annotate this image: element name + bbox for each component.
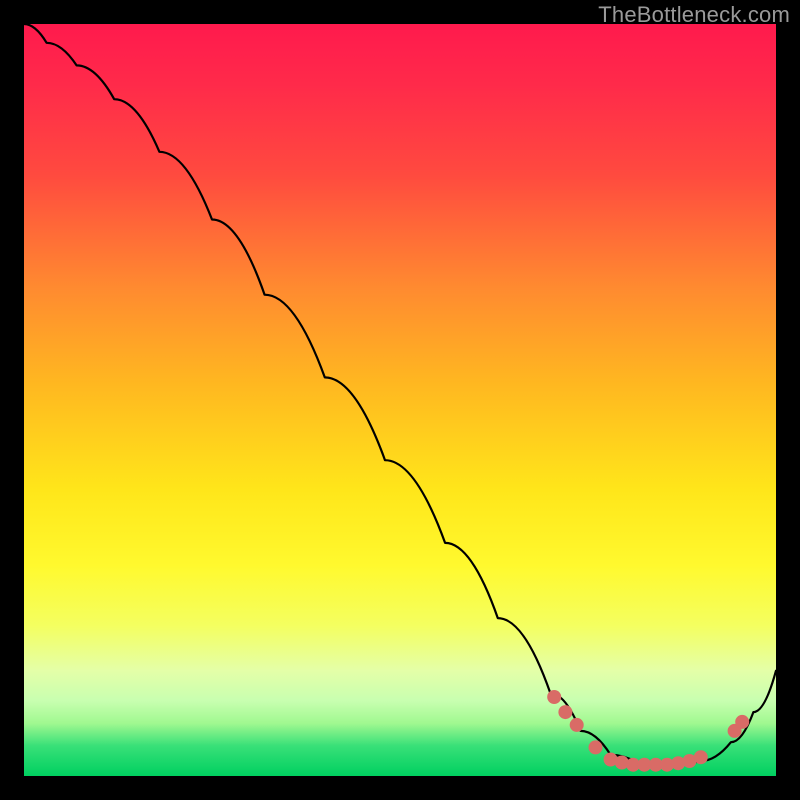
data-marker [570,718,584,732]
data-marker [694,750,708,764]
data-marker [558,705,572,719]
series-line [24,24,776,765]
chart-frame: TheBottleneck.com [0,0,800,800]
plot-area [24,24,776,776]
marker-group [547,690,749,772]
chart-svg [24,24,776,776]
data-marker [589,740,603,754]
data-marker [547,690,561,704]
data-marker [735,715,749,729]
